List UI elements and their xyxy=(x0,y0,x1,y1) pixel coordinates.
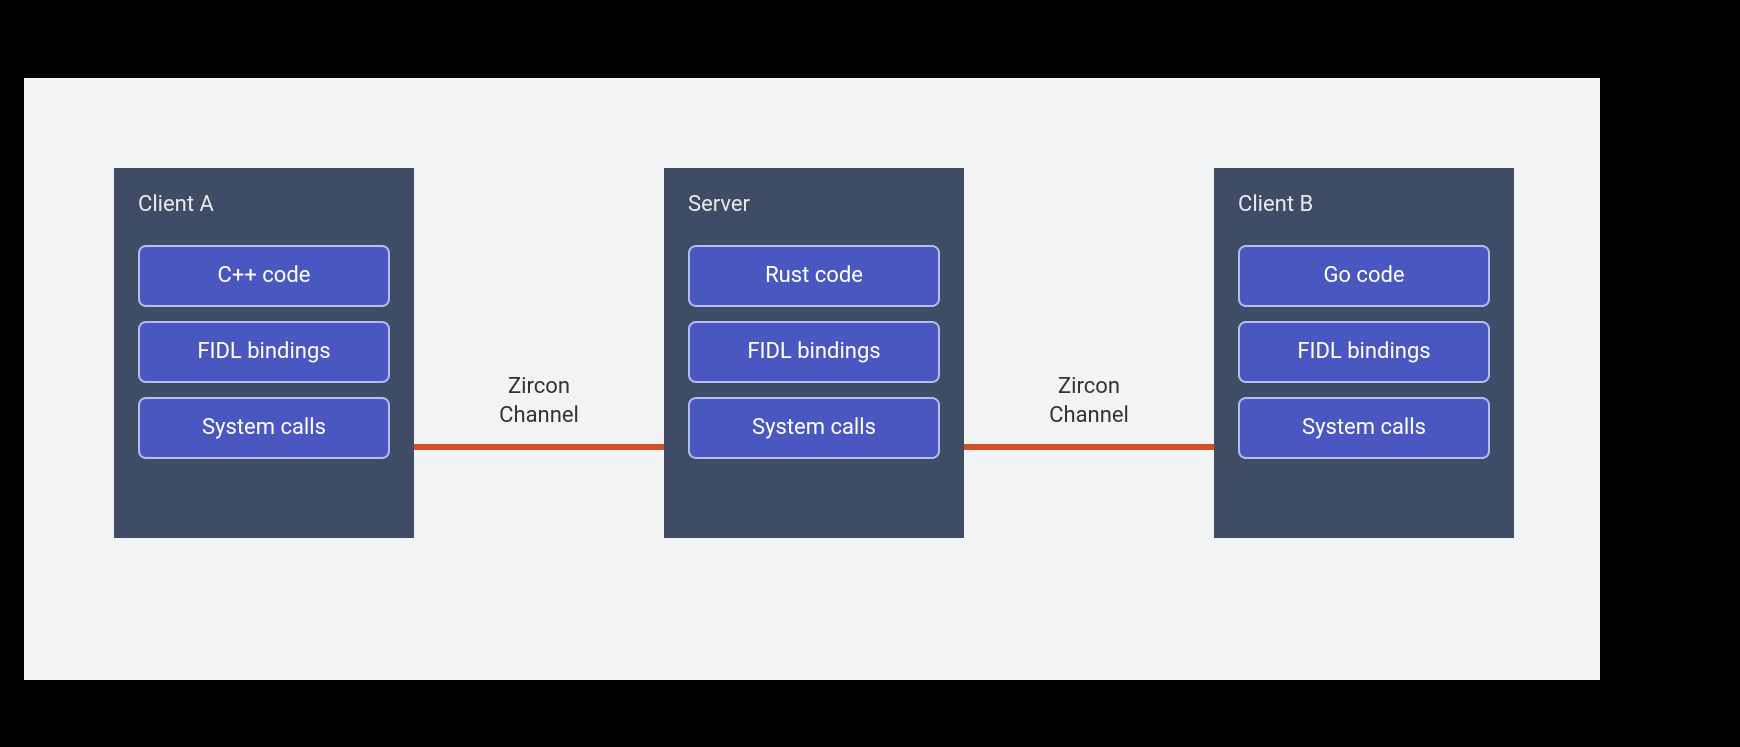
layer-syscalls: System calls xyxy=(688,397,940,459)
channel-label-line1: Zircon xyxy=(508,374,570,399)
layer-code: C++ code xyxy=(138,245,390,307)
channel-label-line2: Channel xyxy=(499,403,579,428)
channel-label-2: Zircon Channel xyxy=(1024,373,1154,430)
diagram-canvas: Client A C++ code FIDL bindings System c… xyxy=(24,78,1600,680)
channel-label-line2: Channel xyxy=(1049,403,1129,428)
layer-syscalls: System calls xyxy=(1238,397,1490,459)
layer-code: Rust code xyxy=(688,245,940,307)
channel-connector-2 xyxy=(964,444,1214,450)
channel-label-1: Zircon Channel xyxy=(474,373,604,430)
box-title: Client B xyxy=(1238,192,1490,217)
box-title: Server xyxy=(688,192,940,217)
box-client-a: Client A C++ code FIDL bindings System c… xyxy=(114,168,414,538)
layer-bindings: FIDL bindings xyxy=(1238,321,1490,383)
box-client-b: Client B Go code FIDL bindings System ca… xyxy=(1214,168,1514,538)
channel-label-line1: Zircon xyxy=(1058,374,1120,399)
channel-connector-1 xyxy=(414,444,664,450)
layer-bindings: FIDL bindings xyxy=(138,321,390,383)
layer-bindings: FIDL bindings xyxy=(688,321,940,383)
box-title: Client A xyxy=(138,192,390,217)
box-server: Server Rust code FIDL bindings System ca… xyxy=(664,168,964,538)
layer-code: Go code xyxy=(1238,245,1490,307)
layer-syscalls: System calls xyxy=(138,397,390,459)
